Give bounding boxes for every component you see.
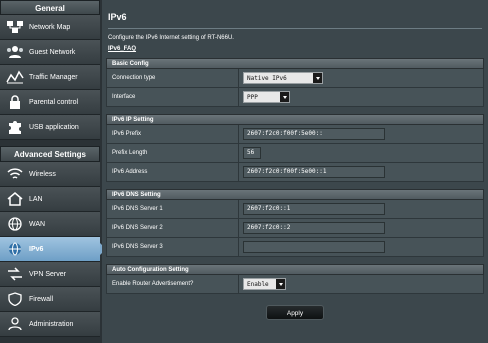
- sidebar-item-label: Network Map: [29, 23, 71, 31]
- dns-server-2-label: IPv6 DNS Server 2: [107, 219, 239, 237]
- sidebar-item-lan[interactable]: LAN: [0, 187, 100, 212]
- interface-select[interactable]: PPP: [243, 91, 290, 103]
- guest-network-icon: [4, 43, 26, 61]
- sidebar-item-label: Administration: [29, 320, 74, 328]
- sidebar-item-label: LAN: [29, 195, 43, 203]
- sidebar-item-parental-control[interactable]: Parental control: [0, 90, 100, 115]
- page-title: IPv6: [108, 12, 127, 22]
- page-description: Configure the IPv6 Internet setting of R…: [108, 35, 234, 41]
- sidebar-item-usb-application[interactable]: USB application: [0, 115, 100, 140]
- chevron-down-icon: [313, 73, 322, 83]
- dns-server-2-input[interactable]: 2607:f2c0::2: [243, 222, 385, 234]
- sidebar-item-label: Parental control: [29, 98, 79, 106]
- ipv6-dns-setting-header: IPv6 DNS Setting: [106, 189, 484, 200]
- auto-configuration-header: Auto Configuration Setting: [106, 264, 484, 275]
- sidebar-item-label: IPv6: [29, 245, 44, 253]
- chevron-down-icon: [276, 279, 285, 289]
- apply-button[interactable]: Apply: [266, 305, 324, 320]
- sidebar-item-firewall[interactable]: Firewall: [0, 287, 100, 312]
- dns-server-1-label: IPv6 DNS Server 1: [107, 200, 239, 218]
- connection-type-select[interactable]: Native IPv6: [243, 72, 323, 84]
- shield-icon: [4, 290, 26, 308]
- connection-type-label: Connection type: [107, 69, 239, 87]
- globe-icon: [4, 240, 26, 258]
- router-advertisement-value: Enable: [247, 280, 269, 288]
- ipv6-prefix-input[interactable]: 2607:f2c0:f00f:5e00::: [243, 128, 385, 140]
- sidebar-item-label: Firewall: [29, 295, 54, 303]
- sidebar-item-label: USB application: [29, 123, 79, 131]
- router-advertisement-label: Enable Router Advertisement?: [107, 275, 239, 293]
- ipv6-faq-link[interactable]: IPv6_FAQ: [102, 46, 488, 58]
- network-map-icon: [4, 18, 26, 36]
- sidebar-item-ipv6[interactable]: IPv6: [0, 237, 106, 262]
- dns-server-3-input[interactable]: [243, 241, 385, 253]
- sidebar-item-label: Wireless: [29, 170, 56, 178]
- dns-server-1-input[interactable]: 2607:f2c0::1: [243, 203, 385, 215]
- sidebar-item-vpn-server[interactable]: VPN Server: [0, 262, 100, 287]
- connection-type-row: Connection type Native IPv6: [106, 69, 484, 88]
- sidebar-item-guest-network[interactable]: Guest Network: [0, 40, 100, 65]
- ipv6-prefix-label: IPv6 Prefix: [107, 125, 239, 143]
- puzzle-icon: [4, 118, 26, 136]
- sidebar-item-label: Traffic Manager: [29, 73, 78, 81]
- router-advertisement-select[interactable]: Enable: [243, 278, 286, 290]
- sidebar-item-administration[interactable]: Administration: [0, 312, 100, 337]
- prefix-length-label: Prefix Length: [107, 144, 239, 162]
- sidebar-item-label: VPN Server: [29, 270, 66, 278]
- interface-label: Interface: [107, 88, 239, 106]
- router-advertisement-row: Enable Router Advertisement? Enable: [106, 275, 484, 294]
- home-icon: [4, 190, 26, 208]
- interface-value: PPP: [247, 93, 258, 101]
- prefix-length-row: Prefix Length 56: [106, 144, 484, 163]
- sidebar-item-wan[interactable]: WAN: [0, 212, 100, 237]
- dns-server-2-row: IPv6 DNS Server 2 2607:f2c0::2: [106, 219, 484, 238]
- connection-type-value: Native IPv6: [247, 74, 287, 82]
- ipv6-address-input[interactable]: 2607:f2c0:f00f:5e00::1: [243, 166, 385, 178]
- vpn-icon: [4, 265, 26, 283]
- ipv6-prefix-row: IPv6 Prefix 2607:f2c0:f00f:5e00::: [106, 125, 484, 144]
- wireless-icon: [4, 165, 26, 183]
- prefix-length-input[interactable]: 56: [243, 147, 261, 159]
- sidebar-item-network-map[interactable]: Network Map: [0, 15, 100, 40]
- dns-server-1-row: IPv6 DNS Server 1 2607:f2c0::1: [106, 200, 484, 219]
- sidebar-item-traffic-manager[interactable]: Traffic Manager: [0, 65, 100, 90]
- sidebar-item-label: Guest Network: [29, 48, 76, 56]
- sidebar-item-wireless[interactable]: Wireless: [0, 162, 100, 187]
- advanced-settings-header: Advanced Settings: [0, 146, 100, 162]
- sidebar-item-label: WAN: [29, 220, 46, 228]
- globe-icon: [4, 215, 26, 233]
- interface-row: Interface PPP: [106, 88, 484, 107]
- dns-server-3-row: IPv6 DNS Server 3: [106, 238, 484, 257]
- chevron-down-icon: [280, 92, 289, 102]
- user-icon: [4, 315, 26, 333]
- lock-icon: [4, 93, 26, 111]
- sidebar: General Network Map Guest Network Traffi…: [0, 0, 106, 343]
- dns-server-3-label: IPv6 DNS Server 3: [107, 238, 239, 256]
- basic-config-header: Basic Config: [106, 58, 484, 69]
- general-header: General: [0, 0, 100, 15]
- traffic-manager-icon: [4, 68, 26, 86]
- ipv6-ip-setting-header: IPv6 IP Setting: [106, 114, 484, 125]
- ipv6-address-row: IPv6 Address 2607:f2c0:f00f:5e00::1: [106, 163, 484, 182]
- ipv6-address-label: IPv6 Address: [107, 163, 239, 181]
- main-panel: IPv6 Configure the IPv6 Internet setting…: [102, 0, 488, 343]
